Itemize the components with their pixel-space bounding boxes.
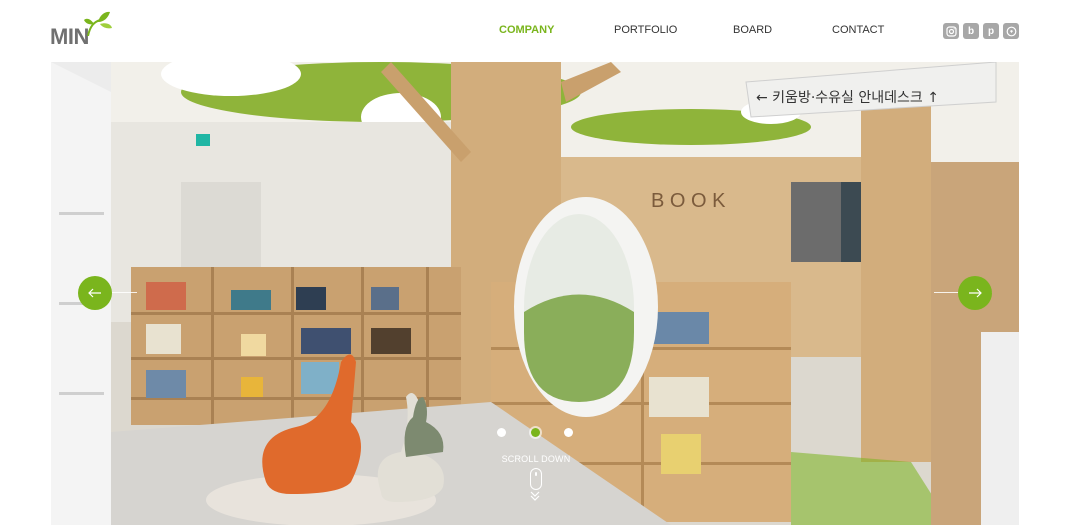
nav-company[interactable]: COMPANY bbox=[499, 24, 554, 36]
social-links: b p bbox=[943, 23, 1019, 39]
hanging-sign-text: ← 키움방·수유실 안내데스크 ↑ bbox=[756, 90, 939, 106]
slider-dot-2[interactable] bbox=[531, 428, 540, 437]
arrow-right-icon bbox=[969, 288, 982, 298]
pinterest-icon[interactable]: p bbox=[983, 23, 999, 39]
logo[interactable]: MIN bbox=[50, 10, 120, 50]
prev-button[interactable] bbox=[78, 276, 112, 310]
nav-portfolio[interactable]: PORTFOLIO bbox=[614, 24, 677, 36]
nav-contact[interactable]: CONTACT bbox=[832, 24, 884, 36]
next-button[interactable] bbox=[958, 276, 992, 310]
slider-pagination bbox=[497, 426, 577, 440]
arrow-left-icon bbox=[88, 288, 101, 298]
scroll-down-label[interactable]: SCROLL DOWN bbox=[491, 454, 581, 464]
mouse-icon[interactable] bbox=[530, 468, 542, 490]
instagram-icon[interactable] bbox=[943, 23, 959, 39]
leaf-sprout-icon bbox=[84, 11, 112, 36]
kakao-icon[interactable] bbox=[1003, 23, 1019, 39]
slider-dot-1[interactable] bbox=[497, 428, 506, 437]
chevron-down-icon bbox=[530, 491, 540, 501]
hero-slider: B O O K ← 키움방·수유실 안내데스크 ↑ SCROLL DOWN bbox=[51, 62, 1019, 525]
nav-board[interactable]: BOARD bbox=[733, 24, 772, 36]
blog-icon[interactable]: b bbox=[963, 23, 979, 39]
book-letters: B O O K bbox=[651, 190, 726, 212]
slider-dot-3[interactable] bbox=[564, 428, 573, 437]
